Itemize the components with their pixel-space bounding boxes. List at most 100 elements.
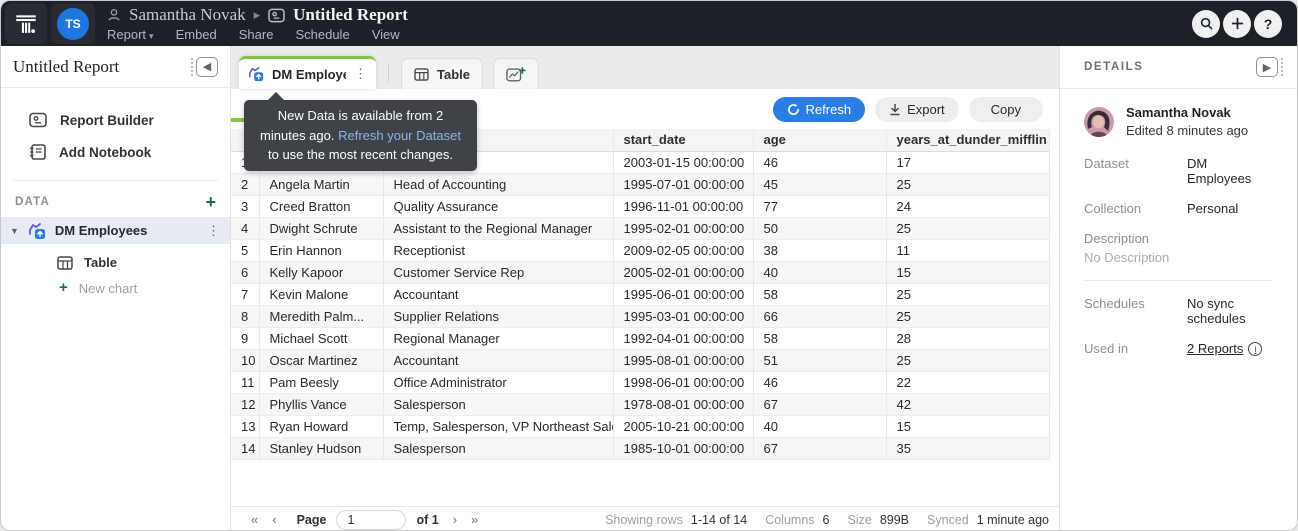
menu-item-embed[interactable]: Embed [176,27,217,42]
sidebar-item-add-notebook[interactable]: Add Notebook [1,136,230,168]
sidebar-item-table[interactable]: Table [1,249,230,276]
table-cell[interactable]: Customer Service Rep [383,261,613,283]
table-cell[interactable]: 1996-11-01 00:00:00 [613,195,753,217]
menu-item-schedule[interactable]: Schedule [295,27,349,42]
refresh-dataset-link[interactable]: Refresh your Dataset [338,128,461,143]
table-cell[interactable]: 1978-08-01 00:00:00 [613,393,753,415]
menu-item-view[interactable]: View [372,27,400,42]
table-cell[interactable]: 66 [753,305,886,327]
table-cell[interactable]: 1995-07-01 00:00:00 [613,173,753,195]
table-cell[interactable]: Kelly Kapoor [259,261,383,283]
table-cell[interactable]: 2005-10-21 00:00:00 [613,415,753,437]
column-header[interactable]: age [753,129,886,151]
tab-table[interactable]: Table [401,58,483,89]
prev-page-icon[interactable]: ‹ [272,512,276,527]
refresh-button[interactable]: Refresh [773,97,866,122]
table-cell[interactable]: 11 [886,239,1049,261]
table-cell[interactable]: Creed Bratton [259,195,383,217]
table-cell[interactable]: Receptionist [383,239,613,261]
copy-button[interactable]: Copy [969,97,1043,122]
help-button[interactable]: ? [1254,10,1282,38]
table-cell[interactable]: Head of Accounting [383,173,613,195]
table-cell[interactable]: Angela Martin [259,173,383,195]
add-button[interactable] [1223,10,1251,38]
table-cell[interactable]: Erin Hannon [259,239,383,261]
table-cell[interactable]: Ryan Howard [259,415,383,437]
table-cell[interactable]: 1995-03-01 00:00:00 [613,305,753,327]
search-button[interactable] [1192,10,1220,38]
sidebar-item-new-chart[interactable]: + New chart [1,276,230,300]
export-button[interactable]: Export [875,97,959,122]
app-logo[interactable] [5,3,47,44]
kebab-menu-icon[interactable]: ⋮ [207,223,220,239]
table-cell[interactable]: 25 [886,173,1049,195]
column-header[interactable]: start_date [613,129,753,151]
table-cell[interactable]: 15 [886,261,1049,283]
breadcrumb-report-title[interactable]: Untitled Report [293,5,408,25]
table-cell[interactable]: Accountant [383,283,613,305]
tab-dm-employees[interactable]: DM Employe... ⋮ [239,56,376,89]
table-cell[interactable]: 2009-02-05 00:00:00 [613,239,753,261]
table-cell[interactable]: 58 [753,283,886,305]
table-cell[interactable]: 1995-08-01 00:00:00 [613,349,753,371]
table-cell[interactable]: Office Administrator [383,371,613,393]
table-cell[interactable]: Supplier Relations [383,305,613,327]
table-cell[interactable]: Stanley Hudson [259,437,383,459]
table-cell[interactable]: 50 [753,217,886,239]
user-avatar-tile[interactable]: TS [51,3,95,44]
table-cell[interactable]: 22 [886,371,1049,393]
table-cell[interactable]: 25 [886,305,1049,327]
table-cell[interactable]: 1985-10-01 00:00:00 [613,437,753,459]
table-cell[interactable]: 46 [753,151,886,173]
table-cell[interactable]: 1998-06-01 00:00:00 [613,371,753,393]
table-cell[interactable]: 67 [753,437,886,459]
table-cell[interactable]: Pam Beesly [259,371,383,393]
table-cell[interactable]: 25 [886,283,1049,305]
table-cell[interactable]: 67 [753,393,886,415]
table-cell[interactable]: Meredith Palm... [259,305,383,327]
first-page-icon[interactable]: « [251,512,258,527]
table-cell[interactable]: 77 [753,195,886,217]
table-cell[interactable]: 46 [753,371,886,393]
table-cell[interactable]: 1995-02-01 00:00:00 [613,217,753,239]
table-cell[interactable]: 1995-06-01 00:00:00 [613,283,753,305]
table-cell[interactable]: 1992-04-01 00:00:00 [613,327,753,349]
table-cell[interactable]: 40 [753,261,886,283]
avatar[interactable]: TS [57,8,89,40]
table-cell[interactable]: 15 [886,415,1049,437]
table-cell[interactable]: 58 [753,327,886,349]
table-cell[interactable]: 25 [886,349,1049,371]
table-cell[interactable]: Phyllis Vance [259,393,383,415]
tab-kebab-menu-icon[interactable]: ⋮ [354,66,367,82]
table-cell[interactable]: 25 [886,217,1049,239]
table-cell[interactable]: 38 [753,239,886,261]
table-cell[interactable]: 28 [886,327,1049,349]
next-page-icon[interactable]: › [453,512,457,527]
column-header[interactable]: years_at_dunder_mifflin [886,129,1049,151]
table-cell[interactable]: Michael Scott [259,327,383,349]
table-cell[interactable]: 2003-01-15 00:00:00 [613,151,753,173]
tab-add-chart[interactable] [493,58,539,89]
menu-item-share[interactable]: Share [239,27,274,42]
info-icon[interactable]: i [1248,342,1262,356]
collapse-sidebar-button[interactable]: ◀ [191,57,218,77]
table-cell[interactable]: 45 [753,173,886,195]
table-cell[interactable]: 17 [886,151,1049,173]
table-cell[interactable]: 35 [886,437,1049,459]
table-cell[interactable]: Accountant [383,349,613,371]
table-cell[interactable]: Dwight Schrute [259,217,383,239]
page-input[interactable] [336,510,406,530]
menu-item-report[interactable]: Report▾ [107,27,154,42]
table-cell[interactable]: 40 [753,415,886,437]
table-cell[interactable]: Kevin Malone [259,283,383,305]
table-cell[interactable]: 2005-02-01 00:00:00 [613,261,753,283]
last-page-icon[interactable]: » [471,512,478,527]
table-cell[interactable]: Regional Manager [383,327,613,349]
table-cell[interactable]: 42 [886,393,1049,415]
table-cell[interactable]: Assistant to the Regional Manager [383,217,613,239]
table-cell[interactable]: 24 [886,195,1049,217]
table-cell[interactable]: 51 [753,349,886,371]
sidebar-item-dm-employees[interactable]: ▼ DM Employees ⋮ [1,217,230,244]
collapse-details-button[interactable]: ▶ [1256,57,1283,77]
table-cell[interactable]: Temp, Salesperson, VP Northeast Sales [383,415,613,437]
